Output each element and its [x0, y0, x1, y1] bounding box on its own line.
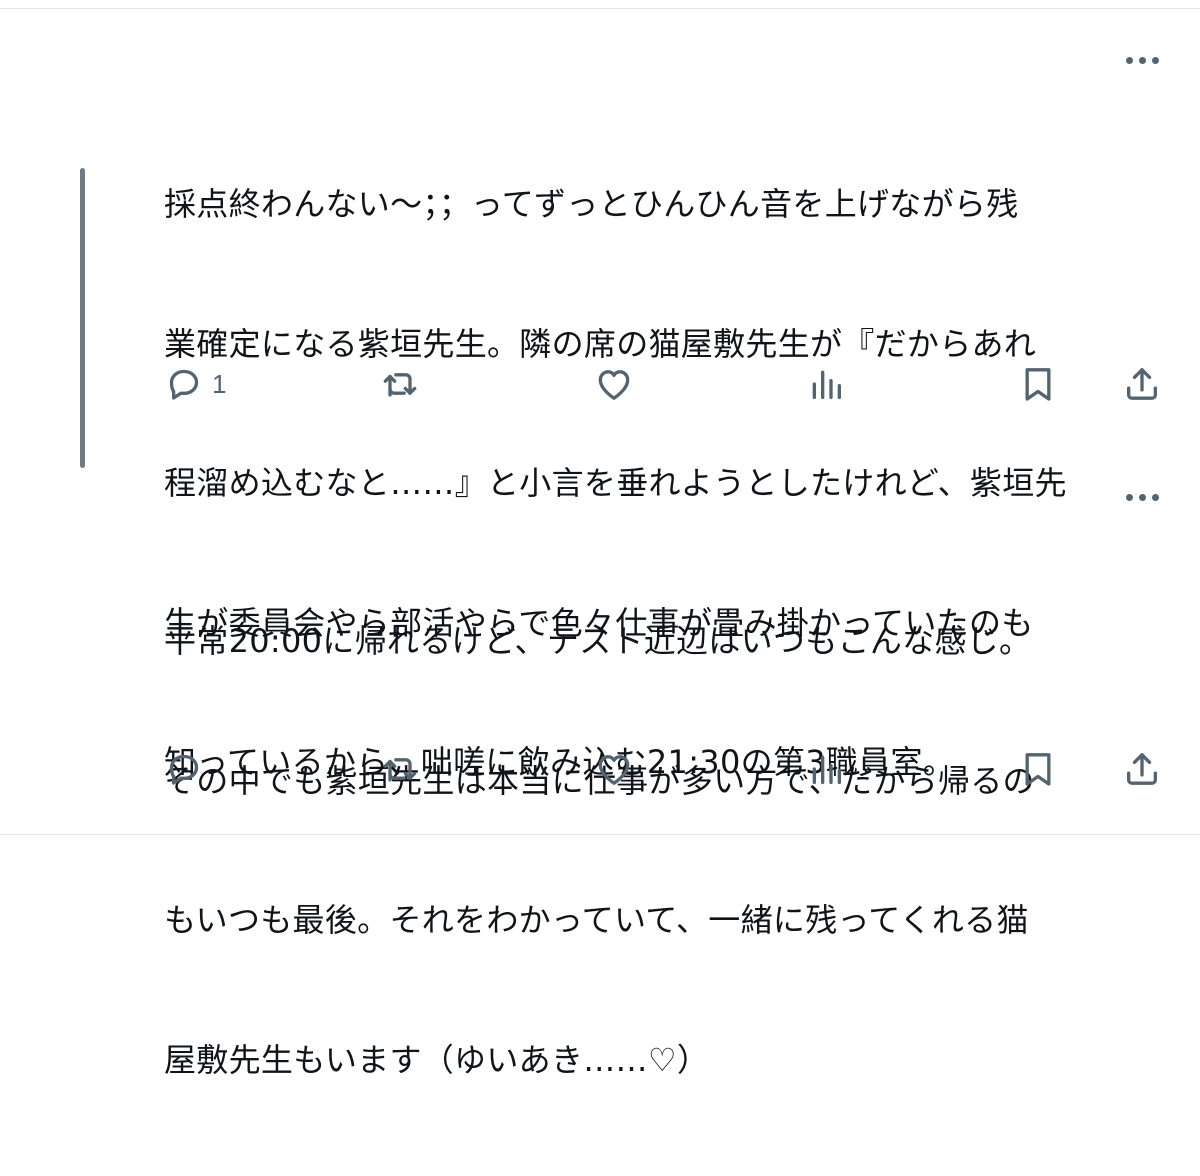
bottom-divider	[0, 834, 1200, 835]
tweet-text-line: 程溜め込むなと……』と小言を垂れようとしたけれど、紫垣先	[164, 464, 1067, 502]
reply-count: 1	[212, 368, 227, 399]
tweet-text-line: もいつも最後。それをわかっていて、一緒に残ってくれる猫	[164, 901, 1029, 939]
tweet-text-line: 採点終わんない〜；；ってずっとひんひん音を上げながら残	[164, 185, 1019, 223]
more-dot	[1151, 56, 1159, 64]
share-upload-icon	[1127, 753, 1157, 785]
share-button[interactable]	[1122, 745, 1162, 793]
more-dot	[1138, 56, 1146, 64]
retweet-icon	[383, 758, 417, 782]
tweet-text-line: 平常20:00に帰れるけど、テスト近辺はいつもこんな感じ。	[164, 622, 1032, 660]
reply-bubble-icon	[169, 369, 199, 400]
more-dot	[1138, 493, 1146, 501]
tweet-2-more-button[interactable]	[1114, 485, 1170, 509]
tweet-1-more-button[interactable]	[1114, 48, 1170, 72]
bookmark-icon	[1025, 753, 1051, 786]
bookmark-button[interactable]	[1018, 360, 1058, 408]
like-button[interactable]	[594, 360, 634, 408]
views-bar-chart-icon	[812, 755, 841, 784]
share-button[interactable]	[1122, 360, 1162, 408]
retweet-button[interactable]	[380, 360, 420, 408]
views-button[interactable]	[806, 360, 846, 408]
more-dot	[1125, 493, 1133, 501]
heart-icon	[598, 370, 630, 400]
views-button[interactable]	[806, 745, 846, 793]
tweet-2-action-bar	[0, 745, 1200, 793]
retweet-button[interactable]	[380, 745, 420, 793]
top-divider	[0, 8, 1200, 9]
views-bar-chart-icon	[812, 370, 841, 399]
share-upload-icon	[1127, 368, 1157, 400]
like-button[interactable]	[594, 745, 634, 793]
tweet-2-text: 平常20:00に帰れるけど、テスト近辺はいつもこんな感じ。 その中でも紫垣先生は…	[164, 525, 1164, 1176]
more-dot	[1151, 493, 1159, 501]
retweet-icon	[383, 373, 417, 397]
reply-button[interactable]: 1	[164, 360, 226, 408]
tweet-text-line: 屋敷先生もいます（ゆいあき……♡）	[164, 1040, 710, 1079]
heart-icon	[598, 755, 630, 785]
tweet-1-action-bar: 1	[0, 360, 1200, 408]
bookmark-button[interactable]	[1018, 745, 1058, 793]
bookmark-icon	[1025, 368, 1051, 401]
more-dot	[1125, 56, 1133, 64]
reply-bubble-icon	[169, 754, 199, 785]
reply-button[interactable]	[164, 745, 212, 793]
thread-connector-line	[80, 168, 85, 468]
